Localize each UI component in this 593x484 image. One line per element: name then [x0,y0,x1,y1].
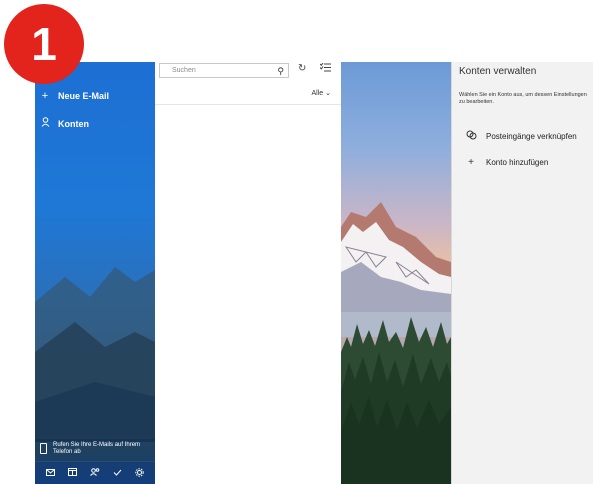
step-number-badge: 1 [4,4,84,84]
manage-accounts-panel: Konten verwalten Wählen Sie ein Konto au… [451,62,593,484]
settings-icon[interactable] [135,467,145,479]
mail-icon[interactable] [45,468,55,478]
accounts-label: Konten [58,118,89,129]
todo-icon[interactable] [113,469,122,478]
calendar-icon[interactable] [67,468,77,478]
navigation-sidebar: + Neue E-Mail Konten Rufen Sie Ihre E-Ma… [35,62,155,484]
search-placeholder: Suchen [172,67,196,74]
person-icon [40,117,50,130]
plus-icon: + [41,90,49,102]
reading-pane-background-photo [341,62,451,484]
chevron-down-icon: ⌄ [325,90,331,97]
add-account-label: Konto hinzufügen [486,158,549,167]
phone-promo-text: Rufen Sie Ihre E-Mails auf Ihrem Telefon… [53,442,141,455]
new-mail-button[interactable]: + Neue E-Mail [40,90,109,102]
new-mail-label: Neue E-Mail [58,91,110,101]
accounts-button[interactable]: Konten [40,117,89,130]
sync-icon[interactable]: ↻ [298,63,306,74]
message-list-pane: Suchen ⚲ ↻ Alle ⌄ [155,62,341,484]
app-switcher-bar [35,462,155,484]
link-inboxes-button[interactable]: Posteingänge verknüpfen [466,130,577,143]
add-account-button[interactable]: + Konto hinzufügen [466,157,548,168]
filter-label: Alle [311,90,324,97]
filter-dropdown[interactable]: Alle ⌄ [311,89,331,97]
plus-icon: + [468,157,474,168]
link-inboxes-label: Posteingänge verknüpfen [486,132,577,141]
panel-title: Konten verwalten [459,66,537,77]
get-mail-on-phone-link[interactable]: Rufen Sie Ihre E-Mails auf Ihrem Telefon… [35,439,155,461]
search-input[interactable]: Suchen ⚲ [159,63,289,78]
divider [155,104,341,105]
people-icon[interactable] [90,468,100,478]
mountain-landscape-image [341,202,451,484]
phone-icon [40,443,47,454]
search-icon[interactable]: ⚲ [277,65,284,78]
select-mode-icon[interactable] [319,62,331,75]
link-icon [466,130,477,143]
sidebar-mountain-background [35,267,155,442]
panel-description: Wählen Sie ein Konto aus, um dessen Eins… [459,92,587,105]
